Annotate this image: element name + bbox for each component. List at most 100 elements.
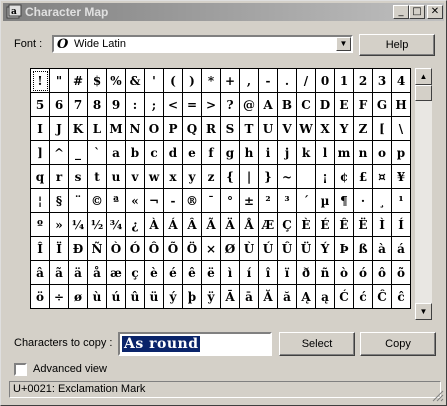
- char-cell[interactable]: u: [107, 165, 126, 189]
- scroll-down-icon[interactable]: ▼: [415, 303, 432, 320]
- char-cell[interactable]: ñ: [316, 261, 335, 285]
- char-cell[interactable]: c: [145, 141, 164, 165]
- char-cell[interactable]: $: [88, 69, 107, 93]
- characters-to-copy-input[interactable]: As round: [118, 332, 272, 356]
- char-cell[interactable]: Õ: [164, 237, 183, 261]
- char-cell[interactable]: Ó: [126, 237, 145, 261]
- char-cell[interactable]: I: [31, 117, 50, 141]
- char-cell[interactable]: v: [126, 165, 145, 189]
- advanced-view-checkbox[interactable]: [14, 363, 27, 376]
- char-cell[interactable]: ¯: [202, 189, 221, 213]
- char-cell[interactable]: Á: [164, 213, 183, 237]
- char-cell[interactable]: ®: [183, 189, 202, 213]
- char-cell[interactable]: ): [183, 69, 202, 93]
- char-cell[interactable]: Y: [335, 117, 354, 141]
- char-cell[interactable]: »: [50, 213, 69, 237]
- char-cell[interactable]: 8: [88, 93, 107, 117]
- char-cell[interactable]: ¦: [31, 189, 50, 213]
- char-cell[interactable]: j: [278, 141, 297, 165]
- close-button[interactable]: ✕: [427, 5, 443, 19]
- char-cell[interactable]: q: [31, 165, 50, 189]
- char-cell[interactable]: ö: [31, 285, 50, 309]
- char-cell[interactable]: /: [297, 69, 316, 93]
- char-cell[interactable]: ù: [88, 285, 107, 309]
- char-cell[interactable]: é: [164, 261, 183, 285]
- char-cell[interactable]: «: [126, 189, 145, 213]
- char-cell[interactable]: l: [316, 141, 335, 165]
- char-cell[interactable]: ó: [354, 261, 373, 285]
- char-cell[interactable]: î: [259, 261, 278, 285]
- char-cell[interactable]: Ä: [221, 213, 240, 237]
- char-cell[interactable]: ×: [202, 237, 221, 261]
- char-cell[interactable]: D: [316, 93, 335, 117]
- char-cell[interactable]: ¿: [126, 213, 145, 237]
- scroll-up-icon[interactable]: ▲: [415, 68, 432, 85]
- char-cell[interactable]: ü: [145, 285, 164, 309]
- char-cell[interactable]: Ç: [278, 213, 297, 237]
- char-cell[interactable]: ć: [354, 285, 373, 309]
- char-cell[interactable]: z: [202, 165, 221, 189]
- char-cell[interactable]: À: [145, 213, 164, 237]
- char-cell[interactable]: o: [373, 141, 392, 165]
- help-button[interactable]: Help: [359, 34, 435, 56]
- char-cell[interactable]: Ć: [335, 285, 354, 309]
- char-cell[interactable]: ¼: [69, 213, 88, 237]
- char-cell[interactable]: A: [259, 93, 278, 117]
- char-cell[interactable]: N: [126, 117, 145, 141]
- char-cell[interactable]: Ý: [316, 237, 335, 261]
- char-cell[interactable]: K: [69, 117, 88, 141]
- char-cell[interactable]: ß: [354, 237, 373, 261]
- title-bar[interactable]: a Character Map _ □ ✕: [3, 3, 444, 21]
- char-cell[interactable]: ©: [88, 189, 107, 213]
- char-cell[interactable]: ã: [50, 261, 69, 285]
- char-cell[interactable]: ²: [259, 189, 278, 213]
- char-cell[interactable]: 2: [354, 69, 373, 93]
- char-cell[interactable]: Ï: [50, 237, 69, 261]
- char-cell[interactable]: s: [69, 165, 88, 189]
- char-cell[interactable]: è: [145, 261, 164, 285]
- char-cell[interactable]: E: [335, 93, 354, 117]
- char-cell[interactable]: ¸: [373, 189, 392, 213]
- char-cell[interactable]: _: [69, 141, 88, 165]
- char-cell[interactable]: ï: [278, 261, 297, 285]
- char-cell[interactable]: Ă: [259, 285, 278, 309]
- char-cell[interactable]: ú: [107, 285, 126, 309]
- char-cell[interactable]: ': [145, 69, 164, 93]
- char-cell[interactable]: þ: [183, 285, 202, 309]
- char-cell[interactable]: =: [183, 93, 202, 117]
- char-cell[interactable]: Ê: [335, 213, 354, 237]
- char-cell[interactable]: ê: [183, 261, 202, 285]
- char-cell[interactable]: W: [297, 117, 316, 141]
- char-cell[interactable]: @: [240, 93, 259, 117]
- char-cell[interactable]: 3: [373, 69, 392, 93]
- char-cell[interactable]: à: [373, 237, 392, 261]
- char-cell[interactable]: º: [31, 213, 50, 237]
- char-cell[interactable]: Ð: [69, 237, 88, 261]
- char-cell[interactable]: ´: [297, 189, 316, 213]
- char-cell[interactable]: Þ: [335, 237, 354, 261]
- char-cell[interactable]: T: [240, 117, 259, 141]
- char-cell[interactable]: ý: [164, 285, 183, 309]
- char-cell[interactable]: }: [259, 165, 278, 189]
- char-cell[interactable]: G: [373, 93, 392, 117]
- char-cell[interactable]: X: [316, 117, 335, 141]
- char-cell[interactable]: +: [221, 69, 240, 93]
- char-cell[interactable]: &: [126, 69, 145, 93]
- char-cell[interactable]: S: [221, 117, 240, 141]
- char-cell[interactable]: ¢: [335, 165, 354, 189]
- select-button[interactable]: Select: [279, 332, 355, 356]
- font-select[interactable]: O Wide Latin ▼: [52, 35, 353, 53]
- char-cell[interactable]: ·: [354, 189, 373, 213]
- char-cell[interactable]: Ö: [183, 237, 202, 261]
- char-cell[interactable]: ³: [278, 189, 297, 213]
- char-cell[interactable]: .: [278, 69, 297, 93]
- char-cell[interactable]: ]: [31, 141, 50, 165]
- char-cell[interactable]: M: [107, 117, 126, 141]
- char-cell[interactable]: Q: [183, 117, 202, 141]
- char-cell[interactable]: ø: [69, 285, 88, 309]
- char-cell[interactable]: |: [240, 165, 259, 189]
- resize-grip-icon[interactable]: [432, 390, 444, 402]
- char-cell[interactable]: ±: [240, 189, 259, 213]
- char-cell[interactable]: H: [392, 93, 411, 117]
- char-cell[interactable]: È: [297, 213, 316, 237]
